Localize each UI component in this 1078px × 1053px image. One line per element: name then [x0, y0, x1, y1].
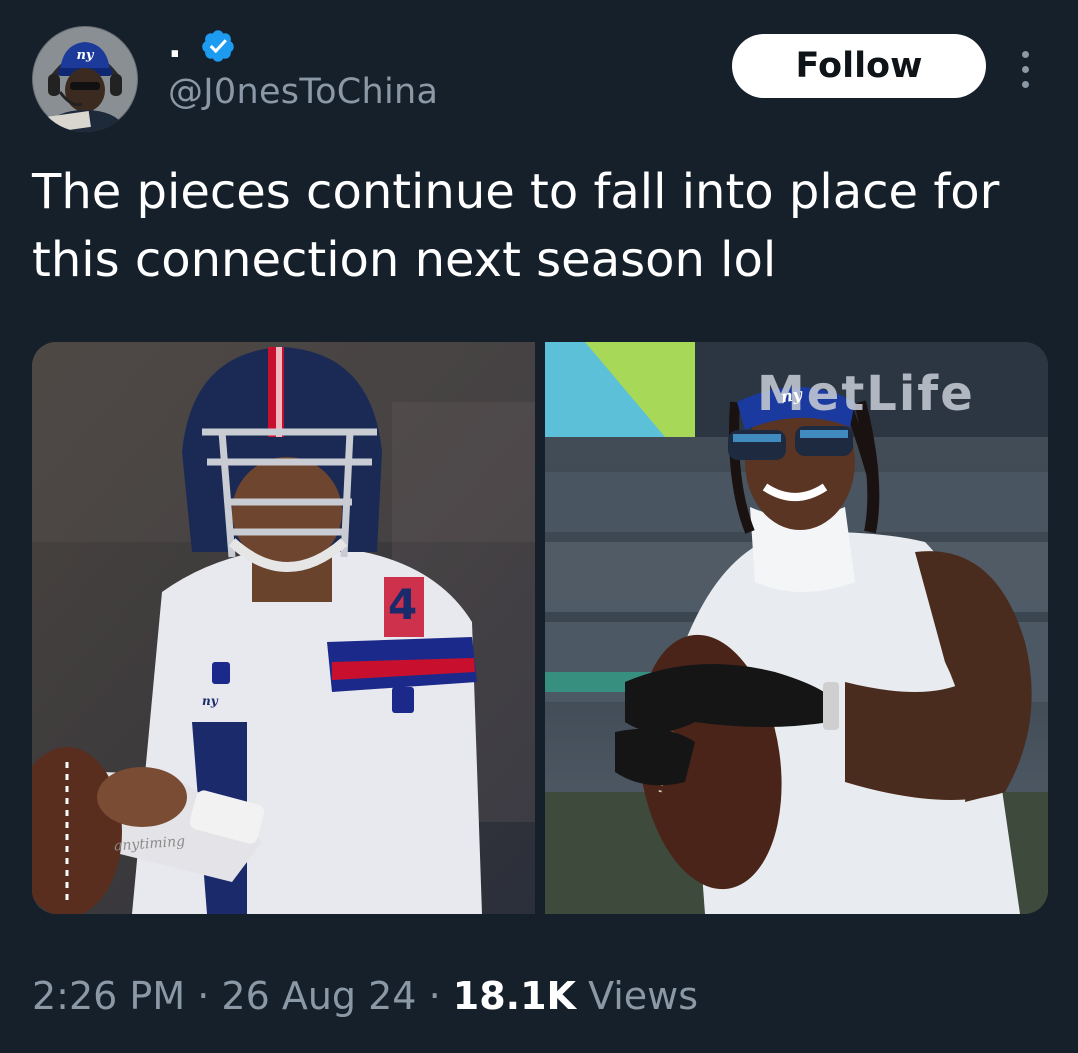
- more-vertical-icon-dot: [1021, 80, 1029, 88]
- sleeve-number: 4: [388, 580, 418, 629]
- more-vertical-icon-dot: [1021, 50, 1029, 58]
- headband-ny-logo: ny: [779, 384, 804, 407]
- author-handle[interactable]: @J0nesToChina: [168, 70, 438, 114]
- tweet-time[interactable]: 2:26 PM: [32, 974, 185, 1018]
- media-photo-left[interactable]: ny 4 anytiming: [32, 342, 535, 914]
- tweet-media[interactable]: ny 4 anytiming MetLife ny: [32, 342, 1048, 914]
- author-display-name[interactable]: .: [168, 26, 182, 66]
- follow-button[interactable]: Follow: [732, 34, 986, 98]
- views-label: Views: [588, 974, 699, 1018]
- media-photo-right[interactable]: MetLife ny: [545, 342, 1048, 914]
- more-options-button[interactable]: [1008, 44, 1042, 94]
- meta-separator: ·: [428, 974, 441, 1018]
- verified-badge-icon: [201, 30, 234, 62]
- jersey-ny-logo: ny: [202, 694, 218, 708]
- avatar-ny-logo: ny: [76, 48, 94, 63]
- tweet-meta: 2:26 PM · 26 Aug 24 · 18.1K Views: [32, 968, 698, 1024]
- author-avatar[interactable]: ny: [32, 26, 138, 132]
- more-vertical-icon-dot: [1021, 65, 1029, 73]
- avatar-image: [32, 26, 138, 132]
- tweet-date[interactable]: 26 Aug 24: [221, 974, 416, 1018]
- tweet-text: The pieces continue to fall into place f…: [32, 164, 1000, 288]
- receiver-photo: [545, 342, 1048, 914]
- meta-separator: ·: [197, 974, 210, 1018]
- views-count[interactable]: 18.1K: [453, 974, 576, 1018]
- author-name-row[interactable]: .: [168, 26, 236, 66]
- quarterback-photo: [32, 342, 535, 914]
